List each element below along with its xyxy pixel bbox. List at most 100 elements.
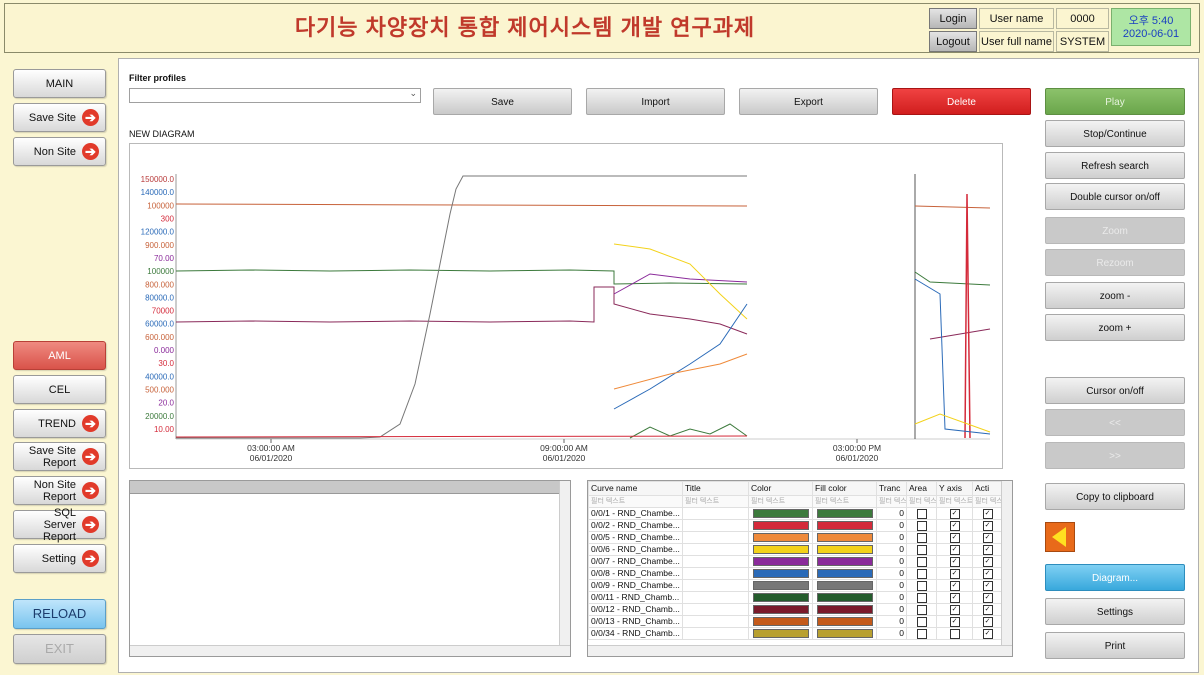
area-checkbox[interactable] bbox=[906, 531, 937, 544]
exit-button[interactable]: EXIT bbox=[13, 634, 106, 664]
checkbox-icon[interactable] bbox=[916, 556, 927, 567]
checkbox-icon[interactable]: ✓ bbox=[982, 544, 993, 555]
color-swatch[interactable] bbox=[748, 567, 813, 580]
checkbox-icon[interactable]: ✓ bbox=[982, 592, 993, 603]
table-row[interactable]: 0/0/8 - RND_Chambe... 0 ✓ ✓ bbox=[588, 567, 1003, 580]
print-button[interactable]: Print bbox=[1045, 632, 1185, 659]
filter-cell[interactable]: 필터 텍스트 bbox=[876, 495, 907, 508]
color-swatch[interactable] bbox=[748, 531, 813, 544]
zoom-in-button[interactable]: zoom + bbox=[1045, 314, 1185, 341]
export-button[interactable]: Export bbox=[739, 88, 878, 115]
checkbox-icon[interactable]: ✓ bbox=[982, 532, 993, 543]
fill-color-swatch[interactable] bbox=[812, 591, 877, 604]
table-vertical-scrollbar[interactable] bbox=[1001, 481, 1012, 648]
filter-cell[interactable]: 필터 텍스트 bbox=[682, 495, 749, 508]
active-checkbox[interactable]: ✓ bbox=[972, 543, 1003, 556]
fill-color-swatch[interactable] bbox=[812, 627, 877, 640]
area-checkbox[interactable] bbox=[906, 615, 937, 628]
checkbox-icon[interactable] bbox=[916, 592, 927, 603]
login-button[interactable]: Login bbox=[929, 8, 977, 29]
save-site-button[interactable]: Save Site ➔ bbox=[13, 103, 106, 132]
table-row[interactable]: 0/0/11 - RND_Chamb... 0 ✓ ✓ bbox=[588, 591, 1003, 604]
checkbox-icon[interactable] bbox=[916, 508, 927, 519]
table-row[interactable]: 0/0/12 - RND_Chamb... 0 ✓ ✓ bbox=[588, 603, 1003, 616]
reload-button[interactable]: RELOAD bbox=[13, 599, 106, 629]
checkbox-icon[interactable]: ✓ bbox=[982, 520, 993, 531]
filter-cell[interactable]: 필터 텍스트 bbox=[906, 495, 937, 508]
filter-cell[interactable]: 필터 텍스트 bbox=[936, 495, 973, 508]
back-arrow-icon[interactable] bbox=[1045, 522, 1075, 552]
area-checkbox[interactable] bbox=[906, 567, 937, 580]
area-checkbox[interactable] bbox=[906, 591, 937, 604]
y-axis-checkbox[interactable]: ✓ bbox=[936, 615, 973, 628]
save-button[interactable]: Save bbox=[433, 88, 572, 115]
column-header[interactable]: Curve name bbox=[588, 481, 683, 496]
import-button[interactable]: Import bbox=[586, 88, 725, 115]
y-axis-checkbox[interactable]: ✓ bbox=[936, 531, 973, 544]
active-checkbox[interactable]: ✓ bbox=[972, 531, 1003, 544]
aml-button[interactable]: AML bbox=[13, 341, 106, 370]
checkbox-icon[interactable] bbox=[916, 520, 927, 531]
checkbox-icon[interactable]: ✓ bbox=[982, 508, 993, 519]
cel-button[interactable]: CEL bbox=[13, 375, 106, 404]
active-checkbox[interactable]: ✓ bbox=[972, 567, 1003, 580]
area-checkbox[interactable] bbox=[906, 519, 937, 532]
y-axis-checkbox[interactable]: ✓ bbox=[936, 567, 973, 580]
checkbox-icon[interactable]: ✓ bbox=[982, 556, 993, 567]
checkbox-icon[interactable] bbox=[916, 616, 927, 627]
non-site-report-button[interactable]: Non Site Report ➔ bbox=[13, 476, 106, 505]
color-swatch[interactable] bbox=[748, 603, 813, 616]
fill-color-swatch[interactable] bbox=[812, 507, 877, 520]
checkbox-icon[interactable]: ✓ bbox=[982, 628, 993, 639]
fill-color-swatch[interactable] bbox=[812, 519, 877, 532]
checkbox-icon[interactable]: ✓ bbox=[949, 532, 960, 543]
checkbox-icon[interactable] bbox=[916, 628, 927, 639]
active-checkbox[interactable]: ✓ bbox=[972, 615, 1003, 628]
copy-clipboard-button[interactable]: Copy to clipboard bbox=[1045, 483, 1185, 510]
trend-chart[interactable]: 150000.0 140000.0 100000 300 120000.0 900.000… bbox=[129, 143, 1003, 469]
fill-color-swatch[interactable] bbox=[812, 543, 877, 556]
filter-cell[interactable]: 필터 텍스트 bbox=[812, 495, 877, 508]
diagram-button[interactable]: Diagram... bbox=[1045, 564, 1185, 591]
checkbox-icon[interactable]: ✓ bbox=[949, 508, 960, 519]
table-row[interactable]: 0/0/9 - RND_Chambe... 0 ✓ ✓ bbox=[588, 579, 1003, 592]
filter-profiles-select[interactable]: ⌄ bbox=[129, 88, 421, 103]
y-axis-checkbox[interactable]: ✓ bbox=[936, 543, 973, 556]
checkbox-icon[interactable]: ✓ bbox=[949, 604, 960, 615]
checkbox-icon[interactable]: ✓ bbox=[949, 580, 960, 591]
checkbox-icon[interactable]: ✓ bbox=[949, 568, 960, 579]
fill-color-swatch[interactable] bbox=[812, 579, 877, 592]
active-checkbox[interactable]: ✓ bbox=[972, 555, 1003, 568]
checkbox-icon[interactable]: ✓ bbox=[982, 604, 993, 615]
column-header[interactable]: Acti bbox=[972, 481, 1003, 496]
fill-color-swatch[interactable] bbox=[812, 567, 877, 580]
table-row[interactable]: 0/0/34 - RND_Chamb... 0 ✓ bbox=[588, 627, 1003, 640]
checkbox-icon[interactable] bbox=[916, 544, 927, 555]
checkbox-icon[interactable] bbox=[916, 604, 927, 615]
area-checkbox[interactable] bbox=[906, 543, 937, 556]
active-checkbox[interactable]: ✓ bbox=[972, 603, 1003, 616]
checkbox-icon[interactable] bbox=[916, 532, 927, 543]
event-list[interactable] bbox=[129, 480, 571, 657]
curve-table[interactable]: Curve name Title Color Fill color Tranc Area Y… bbox=[587, 480, 1013, 657]
color-swatch[interactable] bbox=[748, 627, 813, 640]
checkbox-icon[interactable]: ✓ bbox=[949, 556, 960, 567]
zoom-button[interactable]: Zoom bbox=[1045, 217, 1185, 244]
y-axis-checkbox[interactable]: ✓ bbox=[936, 579, 973, 592]
checkbox-icon[interactable]: ✓ bbox=[982, 616, 993, 627]
column-header[interactable]: Title bbox=[682, 481, 749, 496]
double-cursor-button[interactable]: Double cursor on/off bbox=[1045, 183, 1185, 210]
checkbox-icon[interactable]: ✓ bbox=[949, 592, 960, 603]
table-horizontal-scrollbar[interactable] bbox=[588, 645, 1012, 656]
checkbox-icon[interactable]: ✓ bbox=[949, 544, 960, 555]
table-row[interactable]: 0/0/1 - RND_Chambe... 0 ✓ ✓ bbox=[588, 507, 1003, 520]
filter-cell[interactable]: 필터 텍스트 bbox=[588, 495, 683, 508]
table-row[interactable]: 0/0/5 - RND_Chambe... 0 ✓ ✓ bbox=[588, 531, 1003, 544]
save-site-report-button[interactable]: Save Site Report ➔ bbox=[13, 442, 106, 471]
color-swatch[interactable] bbox=[748, 591, 813, 604]
color-swatch[interactable] bbox=[748, 555, 813, 568]
main-button[interactable]: MAIN bbox=[13, 69, 106, 98]
y-axis-checkbox[interactable]: ✓ bbox=[936, 555, 973, 568]
table-row[interactable]: 0/0/7 - RND_Chambe... 0 ✓ ✓ bbox=[588, 555, 1003, 568]
active-checkbox[interactable]: ✓ bbox=[972, 507, 1003, 520]
